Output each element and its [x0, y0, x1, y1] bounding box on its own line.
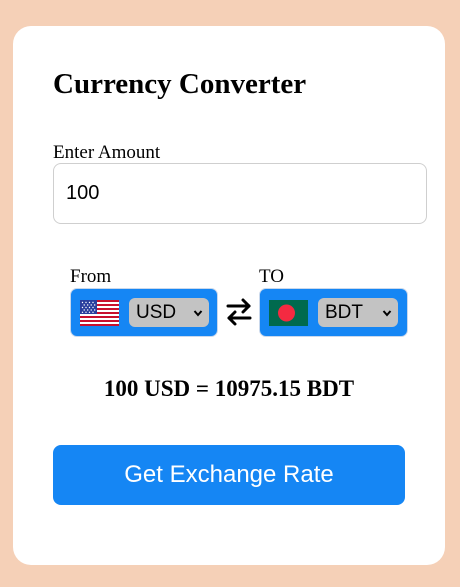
chevron-down-icon [382, 310, 392, 317]
converter-card: Currency Converter Enter Amount From TO [13, 26, 445, 565]
bd-flag-icon [269, 300, 308, 326]
to-currency-select[interactable]: BDT [318, 298, 398, 327]
from-currency-select[interactable]: USD [129, 298, 209, 327]
exchange-result: 100 USD = 10975.15 BDT [103, 376, 355, 401]
from-currency-value: USD [136, 302, 177, 323]
to-currency-box: BDT [259, 288, 408, 337]
page-title: Currency Converter [53, 68, 307, 100]
amount-label: Enter Amount [53, 142, 161, 163]
chevron-down-icon [193, 310, 203, 317]
get-exchange-rate-button[interactable]: Get Exchange Rate [53, 445, 405, 505]
from-label: From [70, 266, 112, 287]
from-currency-box: USD [70, 288, 218, 337]
amount-input[interactable] [53, 163, 427, 224]
to-currency-value: BDT [325, 302, 363, 323]
to-label: TO [259, 266, 284, 287]
swap-arrows-icon[interactable] [224, 297, 254, 327]
us-flag-icon [80, 300, 119, 326]
